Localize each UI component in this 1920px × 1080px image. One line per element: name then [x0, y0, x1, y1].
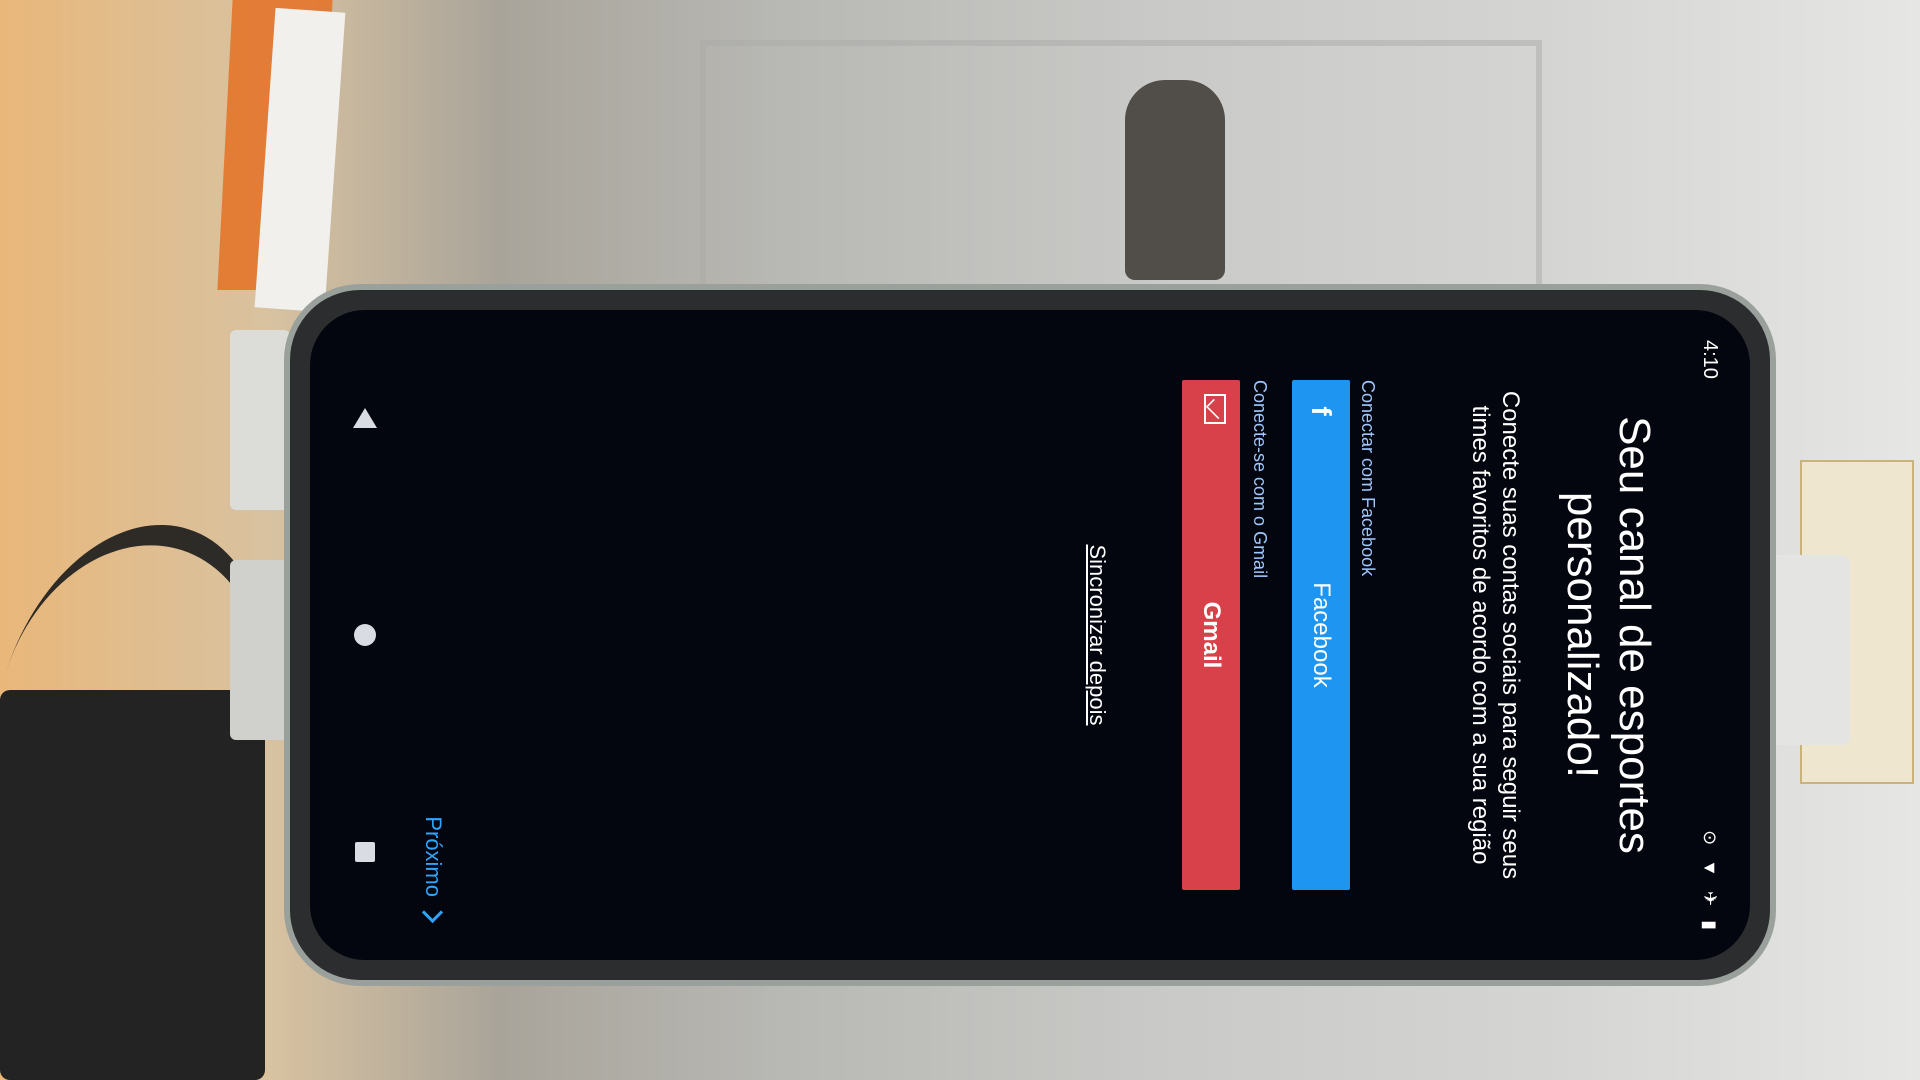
- phone-holder-clamp-right: [1770, 555, 1850, 745]
- gmail-button[interactable]: Gmail: [1182, 380, 1240, 890]
- gmail-icon: [1204, 394, 1226, 424]
- back-icon[interactable]: [353, 408, 377, 428]
- status-icons: ⊙ ▼ ✈ ▮: [1700, 830, 1721, 930]
- sync-later-link[interactable]: Sincronizar depois: [1084, 310, 1110, 960]
- page-title: Seu canal de esportes personalizado!: [1558, 416, 1659, 854]
- home-icon[interactable]: [354, 624, 376, 646]
- status-time: 4:10: [1699, 340, 1722, 379]
- system-nav-bar: [335, 310, 395, 960]
- chevron-right-icon: [422, 901, 444, 924]
- next-button-label: Próximo: [421, 816, 446, 897]
- gmail-caption: Conecte-se com o Gmail: [1250, 380, 1270, 579]
- background-shelf: [700, 40, 1542, 302]
- recents-icon[interactable]: [355, 842, 375, 862]
- facebook-button-label: Facebook: [1308, 582, 1335, 688]
- phone-holder-clamp-top: [230, 330, 290, 510]
- facebook-button[interactable]: f Facebook: [1292, 380, 1350, 890]
- airplane-icon: ✈: [1700, 891, 1721, 907]
- alarm-icon: ⊙: [1700, 830, 1721, 846]
- battery-icon: ▮: [1700, 920, 1721, 930]
- facebook-caption: Conectar com Facebook: [1358, 380, 1378, 577]
- wifi-icon: ▼: [1700, 859, 1721, 877]
- facebook-icon: f: [1306, 406, 1337, 416]
- phone-holder-clamp-bottom: [230, 560, 290, 740]
- gmail-button-label: Gmail: [1198, 601, 1225, 669]
- rotated-ui: 4:10 ⊙ ▼ ✈ ▮ Seu canal de esportes perso…: [310, 310, 1750, 960]
- status-bar: 4:10 ⊙ ▼ ✈ ▮: [1695, 340, 1725, 930]
- background-figurine: [1125, 80, 1225, 280]
- background-dark-block: [0, 690, 265, 1080]
- page-subtitle: Conecte suas contas sociais para seguir …: [1467, 390, 1524, 880]
- next-button[interactable]: Próximo: [420, 816, 446, 924]
